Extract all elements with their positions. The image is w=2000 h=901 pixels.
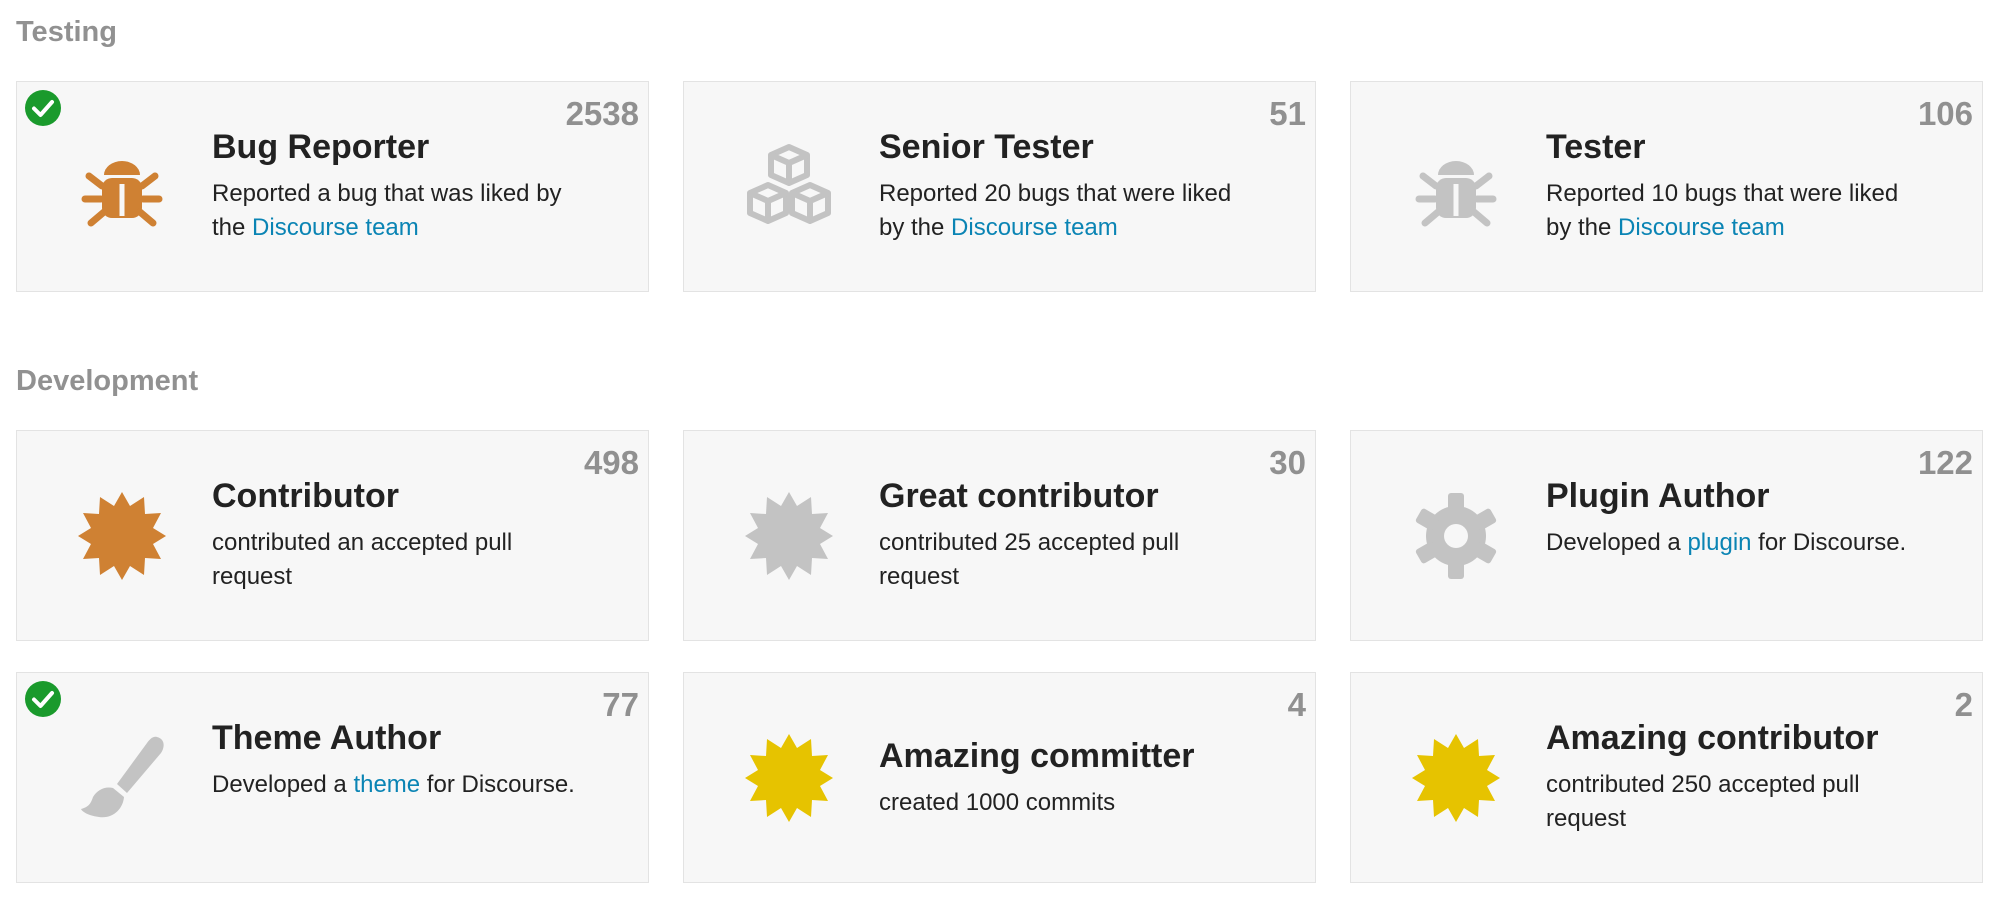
badge-count: 51 bbox=[1269, 95, 1306, 132]
certificate-icon bbox=[744, 733, 834, 823]
badge-count: 498 bbox=[583, 444, 639, 481]
badge-count: 30 bbox=[1269, 444, 1306, 481]
cog-icon bbox=[1411, 491, 1501, 581]
badge-card-amazing-committer[interactable]: 4 Amazing committer created 1000 commits bbox=[683, 672, 1316, 883]
discourse-team-link[interactable]: Discourse team bbox=[951, 214, 1118, 241]
badge-description: created 1000 commits bbox=[879, 789, 1116, 816]
badge-card-great-contributor[interactable]: 30 Great contributor contributed 25 acce… bbox=[683, 430, 1316, 641]
badge-description: contributed 25 accepted pull request bbox=[879, 529, 1180, 590]
badge-name: Amazing contributor bbox=[1546, 719, 1879, 757]
badge-card-tester[interactable]: 106 Tester Reported 10 bugs that were li… bbox=[1350, 81, 1983, 292]
badge-description: Developed a plugin for Discourse. bbox=[1546, 529, 1907, 556]
discourse-team-link[interactable]: Discourse team bbox=[252, 214, 419, 241]
badge-count: 77 bbox=[602, 686, 639, 723]
granted-check-icon bbox=[25, 681, 61, 717]
badge-name: Senior Tester bbox=[879, 128, 1094, 166]
badge-name: Amazing committer bbox=[879, 737, 1195, 775]
badge-card-senior-tester[interactable]: 51 Senior Tester Reported 20 bugs that w… bbox=[683, 81, 1316, 292]
badge-name: Theme Author bbox=[212, 719, 442, 757]
badge-count: 106 bbox=[1917, 95, 1973, 132]
badge-description: contributed 250 accepted pull request bbox=[1546, 771, 1860, 832]
section-title-testing: Testing bbox=[16, 16, 117, 48]
badge-card-bug-reporter[interactable]: 2538 Bug Reporter Reported a bug that wa… bbox=[16, 81, 649, 292]
badge-card-amazing-contributor[interactable]: 2 Amazing contributor contributed 250 ac… bbox=[1350, 672, 1983, 883]
badge-name: Bug Reporter bbox=[212, 128, 430, 166]
badge-count: 4 bbox=[1287, 686, 1306, 723]
discourse-team-link[interactable]: Discourse team bbox=[1618, 214, 1785, 241]
theme-link[interactable]: theme bbox=[353, 771, 420, 798]
badge-card-plugin-author[interactable]: 122 Plugin Author Developed a plugin for… bbox=[1350, 430, 1983, 641]
badge-description: contributed an accepted pull request bbox=[212, 529, 513, 590]
certificate-icon bbox=[744, 491, 834, 581]
badge-name: Tester bbox=[1546, 128, 1646, 166]
cubes-icon bbox=[744, 142, 834, 232]
badge-description: Developed a theme for Discourse. bbox=[212, 771, 575, 798]
plugin-link[interactable]: plugin bbox=[1687, 529, 1751, 556]
granted-check-icon bbox=[25, 90, 61, 126]
certificate-icon bbox=[1411, 733, 1501, 823]
badge-card-contributor[interactable]: 498 Contributor contributed an accepted … bbox=[16, 430, 649, 641]
bug-icon bbox=[77, 142, 167, 232]
badge-count: 2 bbox=[1954, 686, 1973, 723]
badge-name: Plugin Author bbox=[1546, 477, 1770, 515]
badge-name: Great contributor bbox=[879, 477, 1159, 515]
badge-count: 122 bbox=[1917, 444, 1973, 481]
paintbrush-icon bbox=[77, 733, 167, 823]
badge-name: Contributor bbox=[212, 477, 399, 515]
badge-description: Reported a bug that was liked by the Dis… bbox=[212, 180, 562, 241]
bug-icon bbox=[1411, 142, 1501, 232]
badge-description: Reported 20 bugs that were liked by the … bbox=[879, 180, 1232, 241]
section-title-development: Development bbox=[16, 365, 199, 397]
certificate-icon bbox=[77, 491, 167, 581]
badge-description: Reported 10 bugs that were liked by the … bbox=[1546, 180, 1899, 241]
badge-card-theme-author[interactable]: 77 Theme Author Developed a theme for Di… bbox=[16, 672, 649, 883]
